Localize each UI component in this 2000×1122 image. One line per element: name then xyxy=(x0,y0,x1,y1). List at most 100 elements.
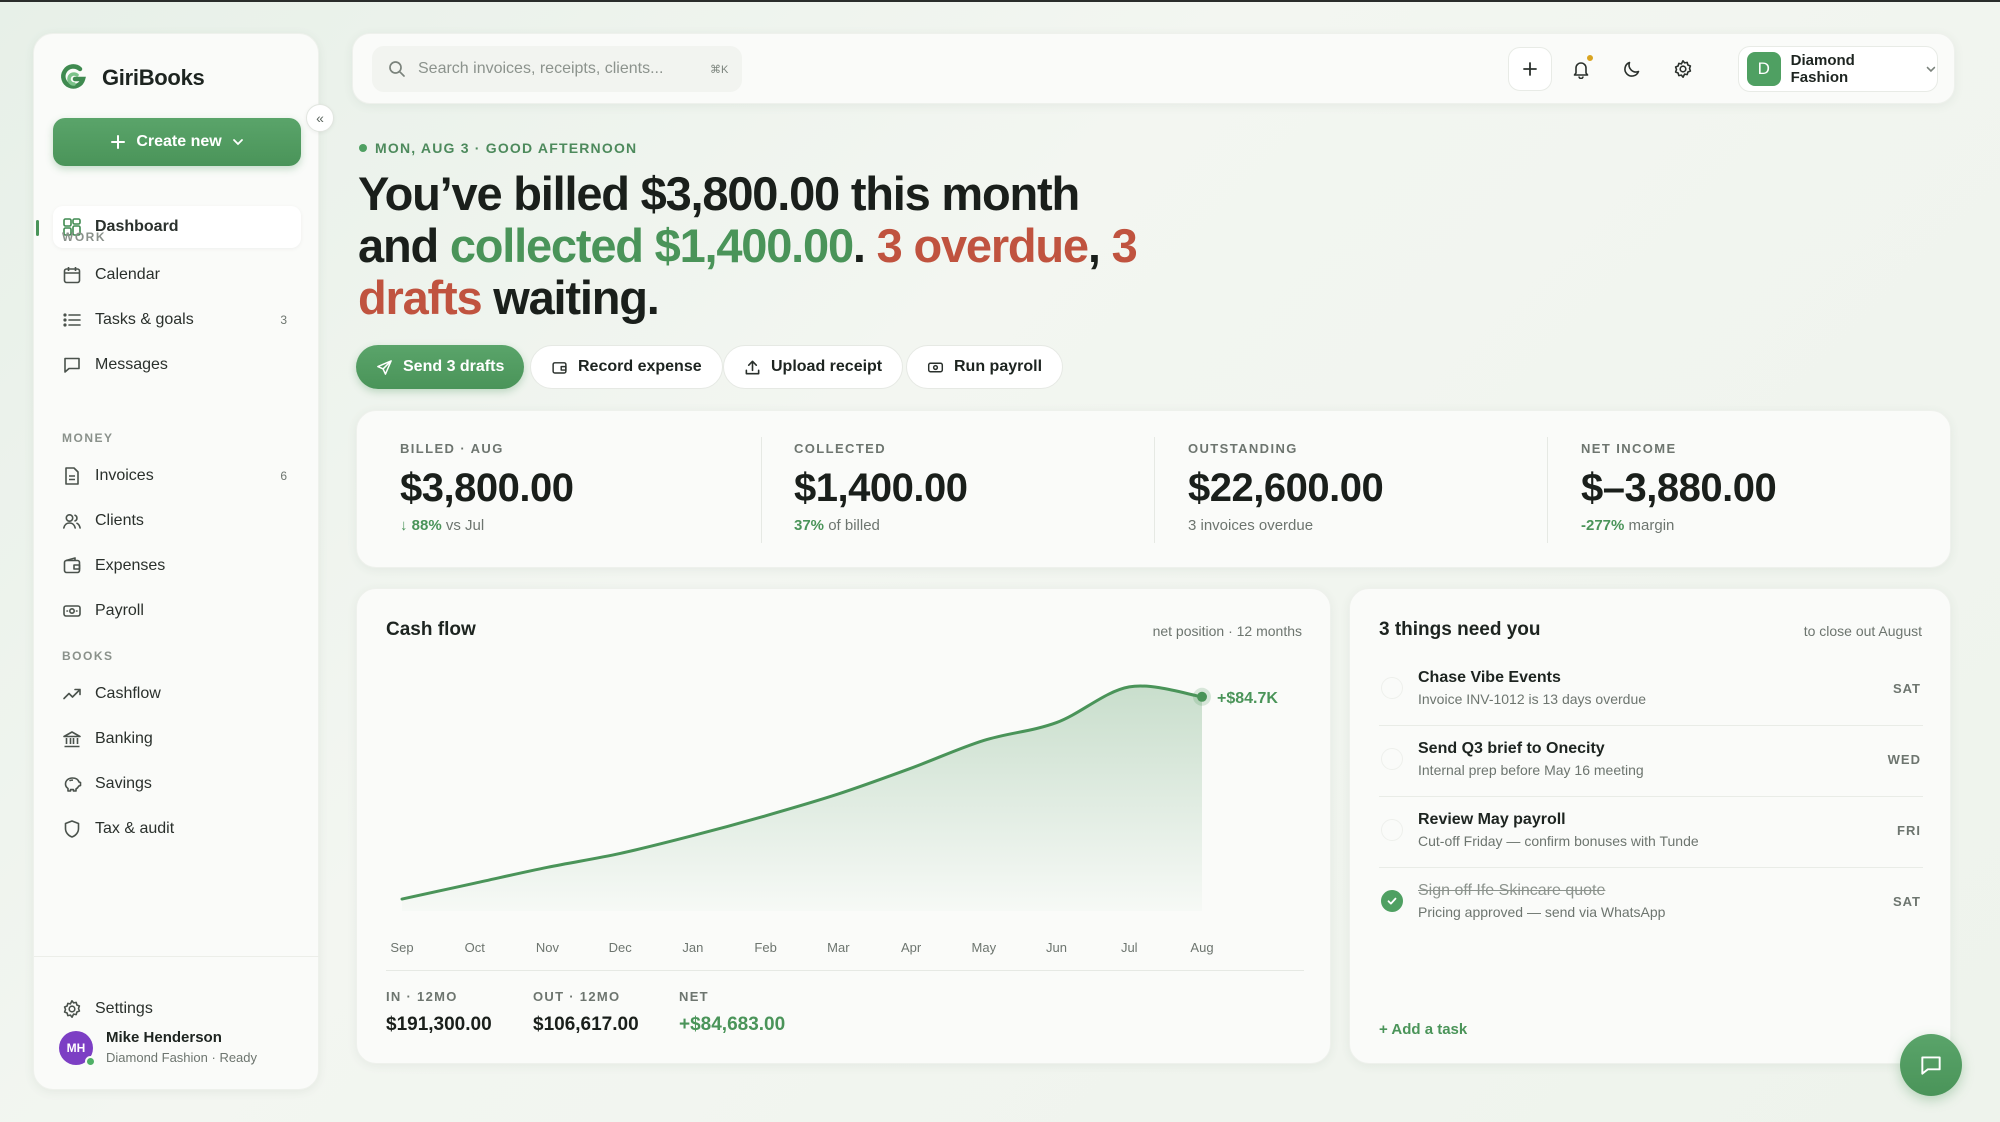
sidebar-item-label: Clients xyxy=(95,512,144,529)
piggy-bank-icon xyxy=(64,777,82,792)
sidebar-item-label: Banking xyxy=(95,730,153,747)
upload-receipt-button[interactable]: Upload receipt xyxy=(723,345,904,389)
sidebar-item-messages[interactable]: Messages xyxy=(53,344,301,386)
sidebar-item-invoices[interactable]: Invoices 6 xyxy=(53,455,301,497)
kpi-label: OUTSTANDING xyxy=(1188,441,1298,456)
create-new-button[interactable]: Create new xyxy=(53,118,301,166)
task-checkbox-checked[interactable] xyxy=(1381,890,1403,912)
stat-value: $191,300.00 xyxy=(386,1014,492,1035)
upload-icon xyxy=(745,360,760,374)
send-drafts-button[interactable]: Send 3 drafts xyxy=(356,345,525,389)
task-subtitle: Pricing approved — send via WhatsApp xyxy=(1418,904,1666,920)
chat-button[interactable] xyxy=(1900,1034,1962,1096)
action-label: Run payroll xyxy=(954,358,1043,375)
action-label: Send 3 drafts xyxy=(403,358,505,375)
sidebar-item-expenses[interactable]: Expenses xyxy=(53,545,301,587)
sidebar-item-calendar[interactable]: Calendar xyxy=(53,254,301,296)
document-icon xyxy=(65,467,79,485)
page-headline: You’ve billed $3,800.00 this month and c… xyxy=(358,168,1208,324)
cash-flow-area xyxy=(402,686,1202,911)
sidebar-item-label: Dashboard xyxy=(95,218,179,235)
task-item[interactable]: Send Q3 brief to Onecity Internal prep b… xyxy=(1379,726,1923,797)
account-avatar: D xyxy=(1747,52,1781,86)
record-expense-button[interactable]: Record expense xyxy=(530,345,723,389)
tasks-note: to close out August xyxy=(1803,623,1922,639)
task-item[interactable]: Chase Vibe Events Invoice INV-1012 is 13… xyxy=(1379,655,1923,726)
search-box[interactable]: ⌘K xyxy=(372,46,742,92)
x-axis-tick-label: Apr xyxy=(901,940,922,955)
headline-and: and xyxy=(358,219,450,272)
add-task-link[interactable]: + Add a task xyxy=(1379,1021,1467,1038)
x-axis-tick-label: Jan xyxy=(682,940,703,955)
sidebar-item-savings[interactable]: Savings xyxy=(53,763,301,805)
online-status-dot xyxy=(85,1056,96,1067)
sidebar-item-cashflow[interactable]: Cashflow xyxy=(53,673,301,715)
stat-label: OUT · 12MO xyxy=(533,989,621,1004)
action-label: Record expense xyxy=(578,358,702,375)
sidebar-item-settings[interactable]: Settings xyxy=(53,988,301,1030)
app-name: GiriBooks xyxy=(102,65,205,90)
task-checkbox[interactable] xyxy=(1381,748,1403,770)
status-dot xyxy=(359,144,367,152)
sidebar: GiriBooks « Create new Dashboard WORK Ca… xyxy=(33,33,334,1090)
kpi-change: 37% xyxy=(794,517,825,534)
wallet-icon xyxy=(552,361,567,374)
kpi-label: BILLED · AUG xyxy=(400,441,504,456)
invoices-count-badge: 6 xyxy=(280,469,287,483)
task-title: Send Q3 brief to Onecity xyxy=(1418,740,1605,757)
notifications-button[interactable] xyxy=(1559,47,1603,91)
settings-button[interactable] xyxy=(1661,47,1705,91)
kpi-outstanding[interactable]: OUTSTANDING $22,600.00 3 invoices overdu… xyxy=(1188,441,1548,534)
search-input[interactable] xyxy=(418,60,698,78)
run-payroll-button[interactable]: Run payroll xyxy=(906,345,1064,389)
kpi-sub-text: of billed xyxy=(824,517,880,534)
account-switcher[interactable]: D Diamond Fashion xyxy=(1738,46,1938,92)
headline-waiting: waiting. xyxy=(481,271,660,324)
task-subtitle: Invoice INV-1012 is 13 days overdue xyxy=(1418,691,1647,707)
stat-value: $106,617.00 xyxy=(533,1014,639,1035)
sidebar-item-payroll[interactable]: Payroll xyxy=(53,590,301,632)
headline-overdue[interactable]: 3 overdue xyxy=(877,219,1089,272)
x-axis-tick-label: Aug xyxy=(1190,940,1213,955)
tasks-count-badge: 3 xyxy=(280,313,287,327)
checkmark-icon xyxy=(1387,897,1397,905)
task-checkbox[interactable] xyxy=(1381,677,1403,699)
quick-add-button[interactable] xyxy=(1508,47,1552,91)
plus-icon xyxy=(1523,62,1537,76)
cash-flow-divider xyxy=(386,970,1304,971)
sidebar-item-label: Expenses xyxy=(95,557,166,574)
x-axis-tick-label: Dec xyxy=(609,940,633,955)
cash-flow-chart[interactable]: +$84.7K Sep Oct Nov Dec Jan Feb Mar Apr May Jun Jul… xyxy=(357,589,1332,1065)
task-checkbox[interactable] xyxy=(1381,819,1403,841)
user-name[interactable]: Mike Henderson xyxy=(106,1029,222,1046)
x-axis-tick-label: May xyxy=(972,940,997,955)
sidebar-item-banking[interactable]: Banking xyxy=(53,718,301,760)
collapse-sidebar-button[interactable]: « xyxy=(306,104,334,132)
kpi-sub: 3 invoices overdue xyxy=(1188,517,1548,534)
cash-flow-point[interactable] xyxy=(1197,691,1207,702)
sidebar-divider xyxy=(34,956,320,957)
section-label-books: BOOKS xyxy=(62,649,114,663)
search-icon xyxy=(389,61,405,77)
kpi-value: $1,400.00 xyxy=(794,466,968,510)
top-bar: ⌘K D Diamond Fashion xyxy=(352,33,1955,104)
section-label-money: MONEY xyxy=(62,431,114,445)
kpi-divider xyxy=(761,437,762,543)
sidebar-item-tasks-goals[interactable]: Tasks & goals 3 xyxy=(53,299,301,341)
stat-label: NET xyxy=(679,989,709,1004)
kpi-collected[interactable]: COLLECTED $1,400.00 37% of billed xyxy=(794,441,1154,534)
chat-bubble-icon xyxy=(1921,1056,1941,1075)
task-item[interactable]: Sign off Ife Skincare quote Pricing appr… xyxy=(1379,868,1923,939)
theme-toggle-button[interactable] xyxy=(1610,47,1654,91)
kpi-value: $22,600.00 xyxy=(1188,466,1384,510)
trend-icon xyxy=(63,688,81,700)
greeting-text: MON, AUG 3 · GOOD AFTERNOON xyxy=(375,140,638,156)
kpi-net-income[interactable]: NET INCOME $–3,880.00 -277% margin xyxy=(1581,441,1941,534)
cash-net-stat: NET +$84,683.00 xyxy=(679,989,785,1036)
kpi-billed[interactable]: BILLED · AUG $3,800.00 ↓ 88% vs Jul xyxy=(400,441,760,534)
x-axis-tick-label: Feb xyxy=(754,940,776,955)
brand[interactable]: GiriBooks xyxy=(58,62,205,94)
sidebar-item-tax-audit[interactable]: Tax & audit xyxy=(53,808,301,850)
task-item[interactable]: Review May payroll Cut-off Friday — conf… xyxy=(1379,797,1923,868)
sidebar-item-clients[interactable]: Clients xyxy=(53,500,301,542)
